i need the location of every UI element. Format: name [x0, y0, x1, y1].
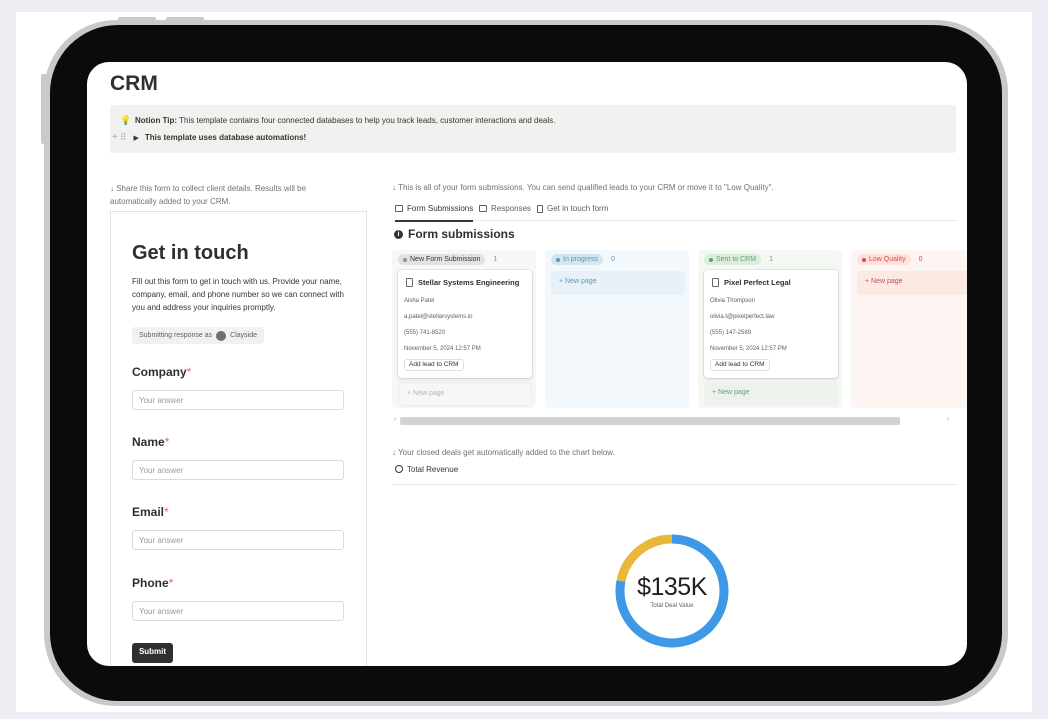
tab-form-submissions[interactable]: Form Submissions — [395, 204, 474, 222]
column-header: Low Quality 0 — [857, 254, 922, 265]
lightbulb-icon: 💡 — [120, 115, 132, 125]
phone-label: Phone* — [132, 576, 174, 590]
company-label: Company* — [132, 365, 192, 379]
database-title: i Form submissions — [394, 227, 515, 241]
company-input[interactable]: Your answer — [132, 390, 344, 410]
column-header: Sent to CRM 1 — [704, 254, 773, 265]
card-title: Pixel Perfect Legal — [712, 278, 791, 287]
form-icon — [537, 204, 543, 213]
notion-tip-callout: 💡 Notion Tip: This template contains fou… — [110, 105, 956, 153]
column-count: 1 — [769, 256, 773, 263]
add-lead-to-crm-button[interactable]: Add lead to CRM — [710, 359, 770, 371]
status-pill: Sent to CRM — [704, 254, 762, 265]
drag-handle-icon[interactable]: ⠿ — [120, 132, 127, 142]
card-email: a.patel@stellarsystems.io — [404, 314, 473, 320]
automations-toggle[interactable]: + ⠿ ▶ This template uses database automatio… — [112, 132, 306, 143]
responding-as-chip: Submitting response as Clayside — [132, 327, 265, 344]
card-contact-name: Aisha Patel — [404, 298, 435, 304]
card-date: November 5, 2024 12:57 PM — [404, 346, 481, 352]
card-phone: (555) 741-8520 — [404, 330, 446, 336]
page-title: CRM — [110, 72, 158, 95]
scroll-right-icon[interactable]: › — [947, 416, 949, 423]
new-page-button[interactable]: + New page — [551, 271, 685, 295]
submit-button[interactable]: Submit — [132, 643, 173, 663]
status-dot — [556, 257, 560, 262]
column-header: In progress 0 — [551, 254, 615, 265]
column-count: 0 — [611, 256, 615, 263]
column-count: 0 — [918, 256, 923, 263]
board-column-sent-to-crm: Sent to CRM 1 Pixel Perfect Legal Olivia… — [698, 250, 842, 408]
status-dot — [862, 257, 866, 262]
form-heading: Get in touch — [132, 242, 249, 264]
tab-total-revenue[interactable]: Total Revenue — [392, 465, 957, 485]
card-date: November 5, 2024 12:57 PM — [710, 346, 787, 352]
avatar — [216, 330, 227, 341]
submissions-caption: ↓ This is all of your form submissions. … — [392, 183, 774, 192]
status-pill: New Form Submission — [398, 254, 486, 265]
add-lead-to-crm-button[interactable]: Add lead to CRM — [404, 359, 464, 371]
email-input[interactable]: Your answer — [132, 530, 344, 550]
card-contact-name: Olivia Thompson — [710, 298, 755, 304]
page-icon — [406, 278, 413, 287]
status-dot — [709, 257, 713, 262]
revenue-caption: ↓ Your closed deals get automatically ad… — [392, 448, 615, 457]
total-deal-value: $135K — [637, 573, 707, 601]
responding-user: Clayside — [230, 332, 258, 339]
scroll-left-icon[interactable]: ‹ — [394, 416, 396, 423]
form-description: Fill out this form to get in touch with … — [132, 277, 344, 312]
email-label: Email* — [132, 505, 169, 519]
status-pill: Low Quality — [857, 254, 911, 265]
toggle-label: This template uses database automations! — [144, 133, 307, 142]
form-caption: ↓ Share this form to collect client deta… — [110, 184, 307, 206]
tip-text: This template contains four connected da… — [177, 116, 556, 125]
column-count: 1 — [493, 256, 498, 263]
submission-card[interactable]: Pixel Perfect Legal Olivia Thompson oliv… — [704, 270, 838, 378]
board-column-in-progress: In progress 0 + New page — [545, 250, 689, 408]
view-tabs: Form Submissions Responses Get in touch … — [392, 201, 957, 222]
embedded-form: Get in touch Fill out this form to get i… — [110, 211, 367, 666]
new-page-button[interactable]: + New page — [857, 271, 967, 295]
new-page-button[interactable]: + New page — [398, 382, 532, 406]
phone-input[interactable]: Your answer — [132, 601, 344, 621]
chart-icon — [395, 465, 403, 473]
board-column-new-form-submission: New Form Submission 1 Stellar Systems En… — [392, 250, 536, 408]
name-input[interactable]: Your answer — [132, 460, 344, 480]
card-email: olivia.t@pixelperfect.law — [710, 314, 775, 320]
status-pill: In progress — [551, 254, 604, 265]
card-title: Stellar Systems Engineering — [406, 278, 519, 287]
tab-responses[interactable]: Responses — [479, 204, 531, 213]
column-header: New Form Submission 1 — [398, 254, 497, 265]
responding-as-label: Submitting response as — [139, 332, 213, 339]
toggle-arrow-icon[interactable]: ▶ — [133, 135, 138, 142]
card-phone: (555) 147-2589 — [710, 330, 752, 336]
status-dot — [403, 257, 407, 262]
submission-card[interactable]: Stellar Systems Engineering Aisha Patel … — [398, 270, 532, 378]
add-block-icon[interactable]: + — [112, 132, 118, 143]
board-icon — [395, 205, 403, 212]
total-deal-value-label: Total Deal Value — [650, 603, 694, 609]
new-page-button[interactable]: + New page — [704, 382, 838, 406]
horizontal-scrollbar[interactable] — [400, 417, 900, 425]
board-column-low-quality: Low Quality 0 + New page — [851, 250, 967, 408]
name-label: Name* — [132, 435, 170, 449]
table-icon — [479, 205, 487, 212]
info-icon: i — [394, 229, 403, 239]
tablet-screen: CRM 💡 Notion Tip: This template contains… — [87, 62, 967, 666]
page-icon — [712, 278, 719, 287]
tip-label: Notion Tip: — [135, 116, 178, 125]
callout-text: Notion Tip: This template contains four … — [135, 116, 555, 125]
tab-get-in-touch-form[interactable]: Get in touch form — [537, 204, 608, 213]
